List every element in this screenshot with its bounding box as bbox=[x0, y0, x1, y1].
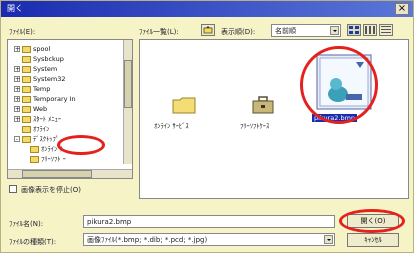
highlight-ring-desktop bbox=[57, 135, 105, 155]
tree-item[interactable]: + Temporary In bbox=[14, 94, 76, 104]
folder-icon bbox=[22, 45, 31, 53]
tree-vertical-scrollbar[interactable] bbox=[123, 40, 132, 164]
expander-icon[interactable]: + bbox=[14, 76, 20, 83]
close-button[interactable]: × bbox=[395, 3, 409, 15]
tree-item-label: ｵﾌﾗｲﾝ bbox=[33, 125, 50, 133]
filetype-select[interactable]: 画像ﾌｧｲﾙ(*.bmp; *.dib; *.pcd; *.jpg) bbox=[83, 233, 335, 246]
folder-icon bbox=[22, 105, 31, 113]
tree-item-label: ｽﾀｰﾄ ﾒﾆｭｰ bbox=[33, 115, 62, 123]
up-folder-button[interactable] bbox=[201, 24, 215, 36]
folder-icon bbox=[22, 125, 31, 133]
folder-icon bbox=[22, 95, 31, 103]
tree-item-label: spool bbox=[33, 45, 51, 53]
disable-preview-label: 画像表示を停止(O) bbox=[21, 186, 81, 194]
tree-item-label: System bbox=[33, 65, 58, 73]
file-name: ﾌﾘｰｿﾌﾄｹｰｽ bbox=[240, 122, 270, 130]
expander-icon[interactable]: + bbox=[14, 96, 20, 103]
file-name: ｵﾝﾗｲﾝ ｻｰﾋﾞｽ bbox=[154, 122, 189, 130]
folder-icon bbox=[22, 135, 31, 143]
disable-preview-checkbox[interactable] bbox=[9, 185, 17, 193]
large-icons-icon bbox=[349, 26, 359, 34]
tree-item[interactable]: Sysbckup bbox=[14, 54, 64, 64]
filename-label: ﾌｧｲﾙ名(N): bbox=[9, 220, 44, 228]
folder-icon bbox=[22, 55, 31, 63]
expander-icon[interactable]: + bbox=[14, 46, 20, 53]
folder-tree[interactable]: + spool Sysbckup + System + System32 + Temp + Temp… bbox=[7, 39, 133, 179]
folder-icon bbox=[22, 75, 31, 83]
sort-order-select[interactable]: 名前順 bbox=[271, 24, 341, 37]
chevron-down-icon[interactable] bbox=[324, 235, 333, 244]
tree-item[interactable]: + Web bbox=[14, 104, 47, 114]
list-view-icon bbox=[365, 26, 375, 34]
large-icons-view-button[interactable] bbox=[347, 24, 361, 36]
expander-icon[interactable]: - bbox=[14, 136, 20, 143]
tree-item[interactable]: + Temp bbox=[14, 84, 50, 94]
details-view-button[interactable] bbox=[379, 24, 393, 36]
filetype-value: 画像ﾌｧｲﾙ(*.bmp; *.dib; *.pcd; *.jpg) bbox=[87, 236, 208, 244]
tree-item[interactable]: ｵﾌﾗｲﾝ bbox=[14, 124, 49, 134]
look-in-label: ﾌｧｲﾙ(E): bbox=[9, 28, 36, 36]
tree-item-label: ﾃﾞｽｸﾄｯﾌﾟ bbox=[33, 135, 59, 143]
chevron-down-icon[interactable] bbox=[330, 26, 339, 35]
expander-icon[interactable]: + bbox=[14, 66, 20, 73]
tree-item-label: ﾌﾘｰｿﾌﾄ ｰ bbox=[41, 155, 66, 163]
title-bar: 開く × bbox=[1, 1, 413, 17]
folder-icon bbox=[22, 85, 31, 93]
filename-input[interactable]: pikura2.bmp bbox=[83, 215, 335, 228]
tree-item-label: System32 bbox=[33, 75, 66, 83]
tree-item[interactable]: + spool bbox=[14, 44, 50, 54]
file-list-area[interactable]: ｵﾝﾗｲﾝ ｻｰﾋﾞｽ ﾌﾘｰｿﾌﾄｹｰｽ pikura2.bmp bbox=[139, 39, 409, 199]
list-view-button[interactable] bbox=[363, 24, 377, 36]
tree-item[interactable]: + System bbox=[14, 64, 57, 74]
highlight-ring-open bbox=[339, 209, 405, 233]
file-item-online-services[interactable]: ｵﾝﾗｲﾝ ｻｰﾋﾞｽ bbox=[154, 96, 214, 136]
expander-icon[interactable]: + bbox=[14, 106, 20, 113]
details-view-icon bbox=[381, 26, 391, 33]
folder-icon bbox=[172, 97, 196, 114]
dialog-title: 開く bbox=[7, 4, 23, 13]
tree-item[interactable]: + ｽﾀｰﾄ ﾒﾆｭｰ bbox=[14, 114, 61, 124]
highlight-ring-thumbnail bbox=[300, 46, 378, 124]
tree-item-label: Temporary In bbox=[33, 95, 76, 103]
folder-icon bbox=[30, 155, 39, 163]
file-item-briefcase[interactable]: ﾌﾘｰｿﾌﾄｹｰｽ bbox=[236, 96, 296, 136]
tree-horizontal-scrollbar[interactable] bbox=[8, 169, 132, 178]
tree-item-label: Web bbox=[33, 105, 48, 113]
tree-item-label: Temp bbox=[33, 85, 51, 93]
briefcase-icon bbox=[252, 96, 274, 114]
cancel-button[interactable]: ｷｬﾝｾﾙ bbox=[347, 233, 399, 247]
filetype-label: ﾌｧｲﾙの種類(T): bbox=[9, 238, 57, 246]
expander-icon[interactable]: + bbox=[14, 86, 20, 93]
sort-order-value: 名前順 bbox=[275, 27, 296, 35]
folder-icon bbox=[22, 65, 31, 73]
tree-item-label: Sysbckup bbox=[33, 55, 64, 63]
tree-item[interactable]: - ﾃﾞｽｸﾄｯﾌﾟ bbox=[14, 134, 59, 144]
expander-icon[interactable]: + bbox=[14, 116, 20, 123]
folder-icon bbox=[30, 145, 39, 153]
view-mode-label: 表示順(D): bbox=[221, 28, 256, 36]
up-folder-icon bbox=[203, 26, 213, 34]
folder-icon bbox=[22, 115, 31, 123]
filename-value: pikura2.bmp bbox=[87, 218, 132, 226]
open-file-dialog: 開く × ﾌｧｲﾙ(E): ﾌｧｲﾙ一覧(L): 表示順(D): 名前順 + sp… bbox=[0, 0, 414, 253]
tree-item[interactable]: ﾌﾘｰｿﾌﾄ ｰ bbox=[22, 154, 66, 164]
tree-item[interactable]: + System32 bbox=[14, 74, 66, 84]
file-list-label: ﾌｧｲﾙ一覧(L): bbox=[139, 28, 179, 36]
